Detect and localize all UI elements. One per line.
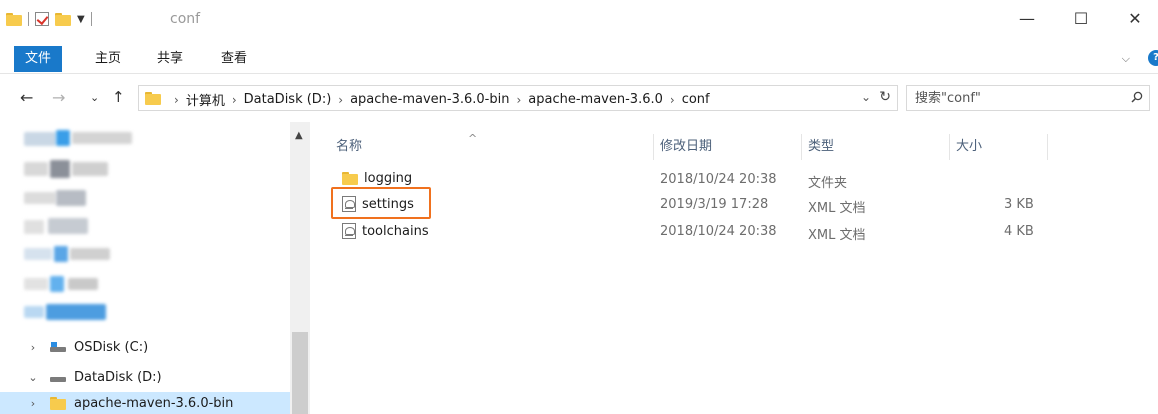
recent-locations-dropdown-icon[interactable]: ⌄ [90,91,99,104]
breadcrumb-separator[interactable]: › [232,93,237,107]
close-button[interactable]: ✕ [1112,8,1158,32]
breadcrumb-maven-bin[interactable]: apache-maven-3.6.0-bin [350,92,509,107]
column-header-size[interactable]: 大小 [950,134,1048,160]
nav-item-apache-maven-bin[interactable]: › apache-maven-3.6.0-bin [0,392,290,414]
drive-icon [50,372,66,382]
quick-access-toolbar: ▼ [6,12,98,26]
folder-icon [145,92,161,105]
file-modified: 2018/10/24 20:38 [660,172,777,187]
nav-item-label: OSDisk (C:) [74,339,149,355]
tab-view[interactable]: 查看 [214,48,254,72]
file-name-text: toolchains [362,223,429,239]
breadcrumb-maven[interactable]: apache-maven-3.6.0 [528,92,663,107]
file-name-text: logging [364,171,413,186]
folder-icon [342,172,358,185]
folder-icon [50,396,66,410]
back-button[interactable]: ← [20,88,33,107]
file-name: logging [342,171,412,186]
refresh-icon[interactable]: ↻ [879,89,891,105]
breadcrumb-separator[interactable]: › [516,93,521,107]
sort-ascending-icon: ^ [468,132,478,145]
file-type: 文件夹 [808,176,848,191]
folder-icon [6,12,22,26]
title-bar: ▼ conf — ☐ ✕ [0,0,1158,40]
tab-file[interactable]: 文件 [14,46,62,72]
navigation-bar: ← → ⌄ ↑ › 计算机 › DataDisk (D:) › apache-m… [0,80,1158,116]
nav-item-label: apache-maven-3.6.0-bin [74,395,234,411]
breadcrumb-separator[interactable]: › [338,93,343,107]
search-input[interactable] [915,89,1115,107]
collapse-icon[interactable]: ⌄ [26,371,40,384]
divider [90,12,92,26]
xml-file-icon [342,223,356,239]
scroll-up-icon[interactable]: ▲ [295,130,303,141]
nav-item-label: DataDisk (D:) [74,369,162,385]
file-type: XML 文档 [808,228,866,243]
properties-icon[interactable] [35,12,49,26]
address-history-dropdown-icon[interactable]: ⌄ [861,90,871,104]
windows-drive-icon [50,342,66,352]
breadcrumb-conf[interactable]: conf [682,92,710,107]
search-icon[interactable] [1131,91,1143,103]
help-icon[interactable]: ? [1148,50,1158,66]
file-row[interactable]: settings 2019/3/19 17:28 XML 文档 3 KB [336,193,1136,217]
breadcrumb-datadisk[interactable]: DataDisk (D:) [244,92,332,107]
minimize-button[interactable]: — [1004,8,1050,32]
tab-home[interactable]: 主页 [88,48,128,72]
column-header-name[interactable]: 名称 ^ [330,132,654,160]
ribbon-tabs: 文件 主页 共享 查看 ⌵ ? [0,42,1158,74]
column-header-type[interactable]: 类型 [802,134,950,160]
customize-toolbar-dropdown-icon[interactable]: ▼ [77,14,85,25]
breadcrumb: › 计算机 › DataDisk (D:) › apache-maven-3.6… [167,90,710,109]
breadcrumb-separator[interactable]: › [174,93,179,107]
column-header-label: 修改日期 [660,139,713,154]
forward-button[interactable]: → [52,88,65,107]
file-type: XML 文档 [808,201,866,216]
expand-icon[interactable]: › [26,341,40,354]
file-size: 4 KB [1004,224,1034,239]
window-title: conf [170,11,201,27]
divider [28,12,29,26]
scrollbar-thumb[interactable] [292,332,308,414]
breadcrumb-separator[interactable]: › [670,93,675,107]
file-size: 3 KB [1004,197,1034,212]
new-folder-icon[interactable] [55,12,71,26]
column-header-label: 名称 [336,139,363,154]
nav-scrollbar[interactable]: ▲ [290,122,310,414]
expand-icon[interactable]: › [26,397,40,410]
file-modified: 2019/3/19 17:28 [660,197,769,212]
column-header-label: 大小 [956,139,983,154]
highlight-box [331,187,431,219]
file-row[interactable]: toolchains 2018/10/24 20:38 XML 文档 4 KB [336,220,1136,244]
file-row[interactable]: logging 2018/10/24 20:38 文件夹 [336,168,1136,192]
search-box [906,85,1150,111]
file-modified: 2018/10/24 20:38 [660,224,777,239]
column-header-modified[interactable]: 修改日期 [654,134,802,160]
maximize-button[interactable]: ☐ [1058,8,1104,32]
up-button[interactable]: ↑ [112,88,125,106]
file-name: toolchains [342,223,429,239]
tab-share[interactable]: 共享 [150,48,190,72]
nav-item-datadisk[interactable]: ⌄ DataDisk (D:) [0,365,290,389]
nav-item-osdisk[interactable]: › OSDisk (C:) [0,335,290,359]
column-header-label: 类型 [808,139,835,154]
expand-ribbon-icon[interactable]: ⌵ [1122,52,1130,66]
address-bar[interactable]: › 计算机 › DataDisk (D:) › apache-maven-3.6… [138,85,898,111]
file-list: 名称 ^ 修改日期 类型 大小 logging 2018/10/24 20:38… [310,122,1158,414]
breadcrumb-computer[interactable]: 计算机 [186,90,225,109]
navigation-pane: › OSDisk (C:) ⌄ DataDisk (D:) › apache-m… [0,122,310,414]
